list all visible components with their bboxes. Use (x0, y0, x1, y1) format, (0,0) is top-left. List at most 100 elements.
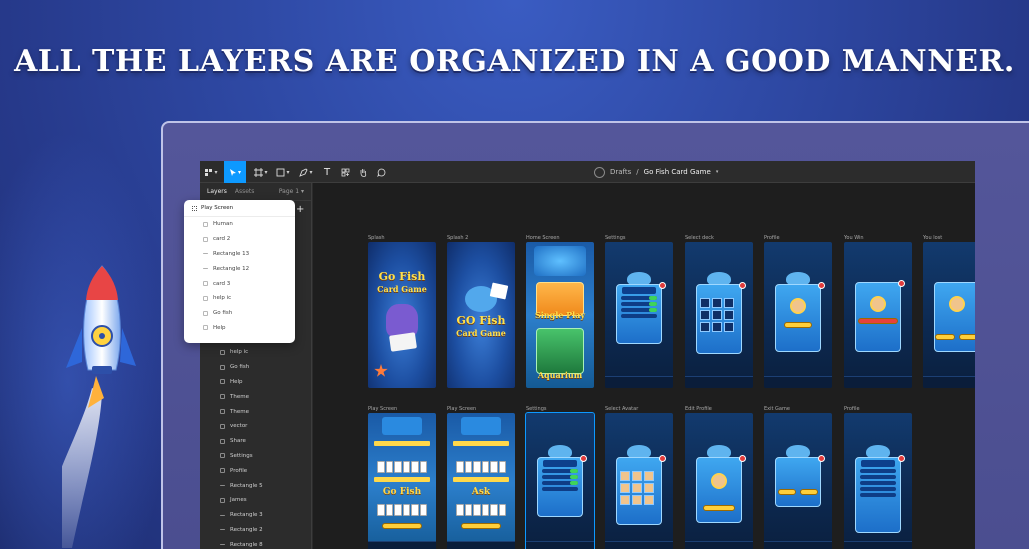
sidebar-tabs: Layers Assets Page 1 ▾ (200, 183, 311, 201)
profile-popup (775, 284, 821, 352)
layer-item[interactable]: Help (184, 321, 295, 336)
rocket-illustration (62, 265, 136, 548)
lost-popup (934, 282, 975, 352)
splash-logo-subtext: Card Game (377, 284, 427, 294)
close-icon (818, 455, 825, 462)
frame-splash-2[interactable]: GO Fish Card Game (447, 242, 515, 388)
home-logo (534, 246, 586, 276)
frame-play-screen-2[interactable]: Ask (447, 413, 515, 549)
splash2-logo-text: GO Fish (456, 314, 506, 327)
frame-label: Profile (764, 235, 780, 241)
shape-tool-icon[interactable]: ▾ (272, 161, 294, 183)
rectangle-layer-icon (220, 544, 225, 546)
layer-item[interactable]: Profile (200, 463, 312, 478)
page-selector[interactable]: Page 1 ▾ (279, 188, 304, 195)
layer-item[interactable]: Help (200, 375, 312, 390)
frame-tool-icon[interactable]: ▾ (250, 161, 272, 183)
frame-label: Settings (605, 235, 626, 241)
save-button (703, 505, 735, 511)
frame-home-screen[interactable]: Single Play Aquarium (526, 242, 594, 388)
close-icon (580, 455, 587, 462)
frame-profile-2[interactable] (844, 413, 912, 549)
layer-item[interactable]: Theme (200, 389, 312, 404)
rectangle-layer-icon (220, 529, 225, 531)
tab-assets[interactable]: Assets (235, 188, 255, 195)
layer-item[interactable]: Rectangle 5 (200, 478, 312, 493)
layer-item[interactable]: help ic (184, 291, 295, 306)
layer-item[interactable]: Rectangle 8 (200, 537, 312, 549)
avatar (790, 298, 806, 314)
frame-you-win[interactable] (844, 242, 912, 388)
card-row (377, 504, 427, 516)
rectangle-layer-icon (203, 268, 208, 270)
layer-icon (220, 394, 225, 400)
layer-item[interactable]: Theme (200, 404, 312, 419)
breadcrumb-root[interactable]: Drafts (610, 168, 631, 176)
layer-item[interactable]: Settings (200, 449, 312, 464)
no-button (800, 489, 818, 495)
layer-item[interactable]: Go fish (184, 306, 295, 321)
layer-item[interactable]: help ic (200, 345, 312, 360)
layer-item[interactable]: Rectangle 3 (200, 508, 312, 523)
frame-splash[interactable]: Go Fish Card Game (368, 242, 436, 388)
close-icon (739, 455, 746, 462)
frame-profile[interactable] (764, 242, 832, 388)
frame-label: Splash (368, 235, 385, 241)
image-layer-icon (203, 310, 208, 316)
layer-item[interactable]: card 3 (184, 276, 295, 291)
yes-button (778, 489, 796, 495)
play-logo (461, 417, 501, 435)
layer-item[interactable]: Rectangle 2 (200, 523, 312, 538)
frame-select-avatar[interactable] (605, 413, 673, 549)
frame-select-deck[interactable] (685, 242, 753, 388)
layer-icon (203, 281, 208, 287)
loser-avatar (949, 296, 965, 312)
layer-icon (203, 325, 208, 331)
winner-avatar (870, 296, 886, 312)
chevron-down-icon[interactable]: ▾ (716, 169, 719, 175)
starfish-illustration (374, 364, 388, 377)
layer-item[interactable]: James (200, 493, 312, 508)
breadcrumb-file[interactable]: Go Fish Card Game (644, 168, 711, 176)
edit-button (784, 322, 812, 328)
frame-you-lost[interactable] (923, 242, 975, 388)
move-tool-icon[interactable]: ▾ (224, 161, 246, 183)
text-layer-icon (220, 497, 225, 503)
layer-item[interactable]: Go fish (200, 360, 312, 375)
close-icon (659, 282, 666, 289)
popup-title: Play Screen (201, 205, 234, 211)
layer-item[interactable]: Rectangle 13 (184, 247, 295, 262)
figma-window: ▾ ▾ ▾ ▾ ▾ T Drafts / Go Fish Card Game ▾ (200, 161, 975, 549)
action-button (461, 523, 501, 529)
cards-illustration (389, 332, 417, 352)
avatar (711, 473, 727, 489)
close-icon (739, 282, 746, 289)
settings-popup (537, 457, 583, 517)
rectangle-layer-icon (203, 253, 208, 255)
layer-group-popup: Play Screen Human card 2 Rectangle 13 Re… (184, 200, 295, 343)
rectangle-layer-icon (220, 514, 225, 516)
pen-tool-icon[interactable]: ▾ (295, 161, 317, 183)
close-icon (818, 282, 825, 289)
tab-layers[interactable]: Layers (207, 188, 227, 195)
deck-grid (700, 298, 734, 332)
frame-settings[interactable] (605, 242, 673, 388)
edit-profile-popup (696, 457, 742, 523)
popup-header[interactable]: Play Screen (184, 200, 295, 217)
frame-play-screen[interactable]: Go Fish (368, 413, 436, 549)
frame-edit-profile[interactable] (685, 413, 753, 549)
team-avatar-icon (594, 166, 605, 178)
layer-icon (220, 409, 225, 415)
layer-item[interactable]: Rectangle 12 (184, 261, 295, 276)
layer-item[interactable]: card 2 (184, 232, 295, 247)
add-icon[interactable]: + (296, 204, 304, 215)
design-canvas[interactable]: Splash Splash 2 Home Screen Settings Sel… (313, 183, 975, 549)
comment-icon[interactable] (370, 161, 392, 183)
layer-item[interactable]: vector (200, 419, 312, 434)
frame-exit-game[interactable] (764, 413, 832, 549)
layer-item[interactable]: Human (184, 217, 295, 232)
layer-icon (220, 438, 225, 444)
frame-settings-2[interactable] (525, 412, 595, 549)
main-menu-icon[interactable]: ▾ (200, 161, 222, 183)
layer-item[interactable]: Share (200, 434, 312, 449)
